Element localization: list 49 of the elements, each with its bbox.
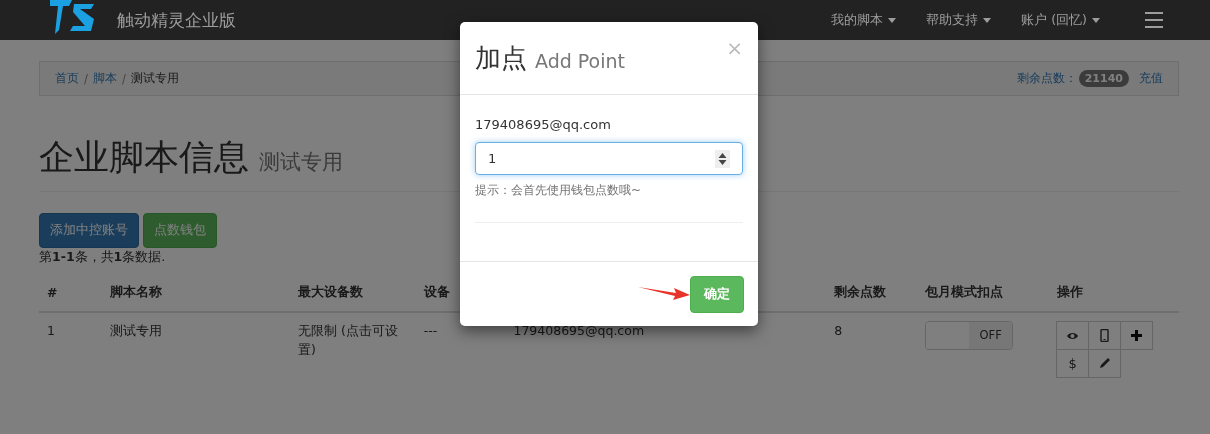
modal-title: 加点 <box>475 41 527 75</box>
breadcrumb-separator: / <box>83 71 89 86</box>
table-cell: 179408695@qq.com <box>505 312 827 385</box>
column-header: # <box>39 274 102 312</box>
toggle-switch[interactable]: OFF <box>925 321 1014 350</box>
confirm-button[interactable]: 确定 <box>690 275 744 313</box>
phone-icon <box>1098 329 1112 342</box>
balance-badge: 21140 <box>1078 70 1129 87</box>
number-input[interactable]: 1 <box>475 142 743 175</box>
column-header: 操作 <box>1049 274 1179 312</box>
column-header: 最大设备数 <box>290 274 416 312</box>
account-email: 179408695@qq.com <box>475 117 612 132</box>
action-button[interactable]: 添加中控账号 <box>39 213 139 248</box>
plus-button[interactable] <box>1120 321 1154 350</box>
action-button[interactable]: 点数钱包 <box>143 213 217 248</box>
modal-subtitle: Add Point <box>535 50 625 72</box>
nav-menu[interactable]: 账户 (回忆) <box>1006 11 1115 29</box>
spinner-icon[interactable] <box>715 150 730 168</box>
column-header: 包月模式扣点 <box>917 274 1050 312</box>
pencil-button[interactable] <box>1088 349 1122 378</box>
close-button[interactable]: × <box>726 36 743 60</box>
column-header: 剩余点数 <box>826 274 918 312</box>
breadcrumb-link[interactable]: 脚本 <box>92 71 117 86</box>
arrow-icon <box>638 285 690 300</box>
dollar-button[interactable]: $ <box>1056 349 1090 378</box>
table-cell: 1 <box>39 312 102 385</box>
caret-icon <box>1092 17 1100 23</box>
table-cell: 测试专用 <box>101 312 290 385</box>
brand-title[interactable]: 触动精灵企业版 <box>117 8 236 32</box>
column-header: 脚本名称 <box>101 274 290 312</box>
pencil-icon <box>1098 357 1112 370</box>
hint-text: 提示：会首先使用钱包点数哦~ <box>475 182 743 223</box>
breadcrumb-link[interactable]: 首页 <box>55 71 79 86</box>
menu-icon[interactable] <box>1145 12 1163 28</box>
nav-menu[interactable]: 帮助支持 <box>911 11 1007 29</box>
table-cell: 无限制 (点击可设置) <box>290 312 416 385</box>
breadcrumb-current: 测试专用 <box>130 71 179 86</box>
breadcrumb-separator: / <box>120 71 127 86</box>
nav-menu[interactable]: 我的脚本 <box>816 11 912 29</box>
table-cell: 8 <box>826 312 918 385</box>
page-title: 企业脚本信息 <box>39 136 249 179</box>
caret-icon <box>983 17 992 23</box>
caret-icon <box>888 17 897 23</box>
table-cell: --- <box>415 312 506 385</box>
summary-text: 第1-1条，共1条数据. <box>39 249 167 266</box>
plus-icon <box>1130 329 1144 342</box>
recharge-link[interactable]: 充值 <box>1139 71 1163 86</box>
page-subtitle: 测试专用 <box>259 149 343 176</box>
balance-label: 剩余点数： <box>1016 71 1077 86</box>
